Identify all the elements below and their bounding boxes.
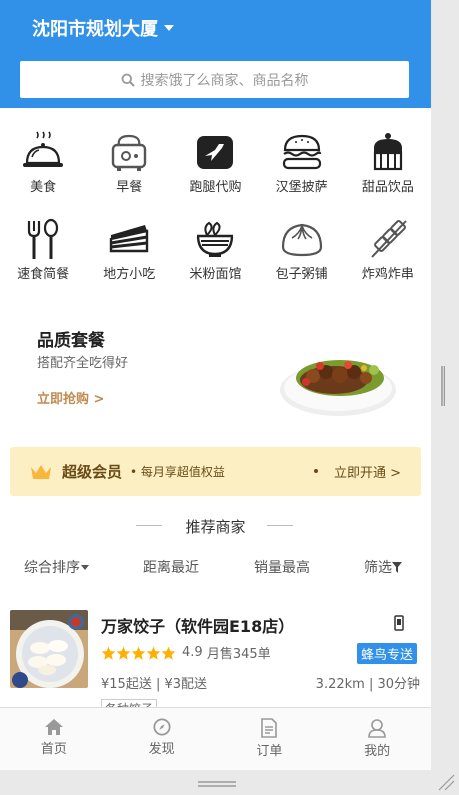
category-label: 米粉面馆 — [189, 267, 242, 282]
divider-line — [267, 525, 293, 526]
category-grid: 美食 早餐 跑腿代购 汉堡披萨 甜品饮品 速食简餐 地方小吃 米粉面馆 包子粥铺… — [0, 130, 431, 304]
category-snack[interactable]: 地方小吃 — [86, 217, 172, 304]
more-options-icon[interactable] — [393, 615, 405, 631]
star-icon — [101, 646, 116, 660]
monthly-sales: 月售345单 — [206, 647, 271, 662]
noodle-bowl-icon — [197, 221, 234, 257]
cloche-icon — [23, 131, 64, 167]
sort-sales[interactable]: 销量最高 — [254, 557, 310, 577]
star-icon — [116, 646, 131, 660]
sort-label: 筛选 — [364, 560, 392, 576]
search-icon — [121, 73, 135, 87]
store-card[interactable]: 万家饺子（软件园E18店） 4.9 月售345单 蜂鸟专送 ¥15起送 | ¥3… — [0, 605, 431, 718]
category-food[interactable]: 美食 — [0, 130, 86, 217]
search-placeholder: 搜索饿了么商家、商品名称 — [140, 72, 309, 89]
category-burger[interactable]: 汉堡披萨 — [259, 130, 345, 217]
category-noodle[interactable]: 米粉面馆 — [172, 217, 258, 304]
tab-discover[interactable]: 发现 — [108, 708, 216, 770]
resize-grip-icon[interactable] — [437, 773, 455, 791]
cake-slice-icon — [110, 225, 149, 253]
promo-buy-link[interactable]: 立即抢购 > — [37, 388, 104, 407]
home-icon — [44, 719, 63, 735]
burger-icon — [282, 134, 321, 170]
tab-home[interactable]: 首页 — [0, 708, 108, 770]
category-label: 炸鸡炸串 — [361, 267, 414, 282]
category-fried[interactable]: 炸鸡炸串 — [345, 217, 431, 304]
app-screen: 沈阳市规划大厦 搜索饿了么商家、商品名称 美食 早餐 跑腿代购 汉堡披萨 甜品饮… — [0, 0, 431, 770]
tab-label: 首页 — [40, 742, 67, 757]
bottom-nav: 首页 发现 订单 我的 — [0, 707, 431, 770]
dumpling-icon — [281, 223, 322, 257]
vertical-resize-handle[interactable] — [441, 366, 445, 406]
category-errand[interactable]: 跑腿代购 — [172, 130, 258, 217]
filter-button[interactable]: 筛选 — [364, 557, 402, 577]
vip-open-button[interactable]: 立即开通 > — [334, 462, 401, 481]
star-rating — [101, 646, 176, 660]
star-icon — [131, 646, 146, 660]
category-fastfood[interactable]: 速食简餐 — [0, 217, 86, 304]
sort-distance[interactable]: 距离最近 — [143, 557, 199, 577]
tab-profile[interactable]: 我的 — [323, 708, 431, 770]
tab-label: 订单 — [256, 744, 283, 759]
sort-bar: 综合排序 距离最近 销量最高 筛选 — [0, 557, 431, 579]
crown-icon — [31, 464, 51, 479]
location-selector[interactable]: 沈阳市规划大厦 — [32, 16, 174, 40]
rating-value: 4.9 — [182, 645, 203, 660]
bird-app-icon — [197, 136, 234, 169]
header: 沈阳市规划大厦 搜索饿了么商家、商品名称 — [0, 0, 431, 108]
rating-row: 4.9 月售345单 — [101, 643, 271, 662]
compass-icon — [153, 718, 171, 736]
category-dessert[interactable]: 甜品饮品 — [345, 130, 431, 217]
store-thumbnail — [10, 610, 88, 688]
sort-label: 距离最近 — [143, 560, 199, 576]
category-label: 早餐 — [116, 180, 143, 195]
cake-icon — [373, 133, 402, 171]
vip-title: 超级会员 — [62, 463, 123, 481]
category-label: 跑腿代购 — [189, 180, 242, 195]
filter-icon — [392, 561, 402, 573]
category-label: 美食 — [30, 180, 57, 195]
caret-down-icon — [164, 25, 174, 31]
tab-orders[interactable]: 订单 — [216, 708, 324, 770]
skewer-icon — [371, 220, 407, 258]
sort-label: 综合排序 — [24, 560, 80, 576]
category-label: 速食简餐 — [17, 267, 70, 282]
category-label: 甜品饮品 — [361, 180, 414, 195]
vip-subtitle: • 每月享超值权益 — [130, 465, 225, 479]
category-bun[interactable]: 包子粥铺 — [259, 217, 345, 304]
delivery-badge: 蜂鸟专送 — [357, 643, 418, 664]
location-label: 沈阳市规划大厦 — [32, 19, 158, 40]
category-label: 包子粥铺 — [275, 267, 328, 282]
section-title: 推荐商家 — [185, 518, 246, 536]
delivery-fees: ¥15起送 | ¥3配送 — [101, 677, 207, 692]
vip-banner[interactable]: 超级会员 • 每月享超值权益 立即开通 > — [10, 447, 421, 496]
promo-title: 品质套餐 — [37, 331, 105, 351]
user-icon — [368, 719, 386, 738]
toaster-icon — [112, 134, 147, 171]
separator-dot — [314, 469, 318, 473]
distance-time: 3.22km | 30分钟 — [315, 677, 420, 692]
order-icon — [261, 718, 278, 738]
tab-label: 我的 — [364, 744, 391, 759]
horizontal-resize-handle[interactable] — [198, 780, 236, 788]
promo-subtitle: 搭配齐全吃得好 — [37, 356, 129, 371]
food-plate-image — [280, 360, 396, 416]
star-icon — [161, 646, 176, 660]
star-icon — [146, 646, 161, 660]
sort-default[interactable]: 综合排序 — [24, 557, 89, 577]
promo-banner[interactable]: 品质套餐 搭配齐全吃得好 立即抢购 > — [0, 306, 431, 426]
category-breakfast[interactable]: 早餐 — [86, 130, 172, 217]
caret-down-icon — [81, 564, 89, 570]
store-name: 万家饺子（软件园E18店） — [101, 617, 295, 636]
fork-spoon-icon — [27, 218, 59, 259]
tab-label: 发现 — [148, 742, 175, 757]
search-input[interactable]: 搜索饿了么商家、商品名称 — [20, 61, 409, 98]
category-label: 地方小吃 — [103, 267, 156, 282]
sort-label: 销量最高 — [254, 560, 310, 576]
category-label: 汉堡披萨 — [275, 180, 328, 195]
